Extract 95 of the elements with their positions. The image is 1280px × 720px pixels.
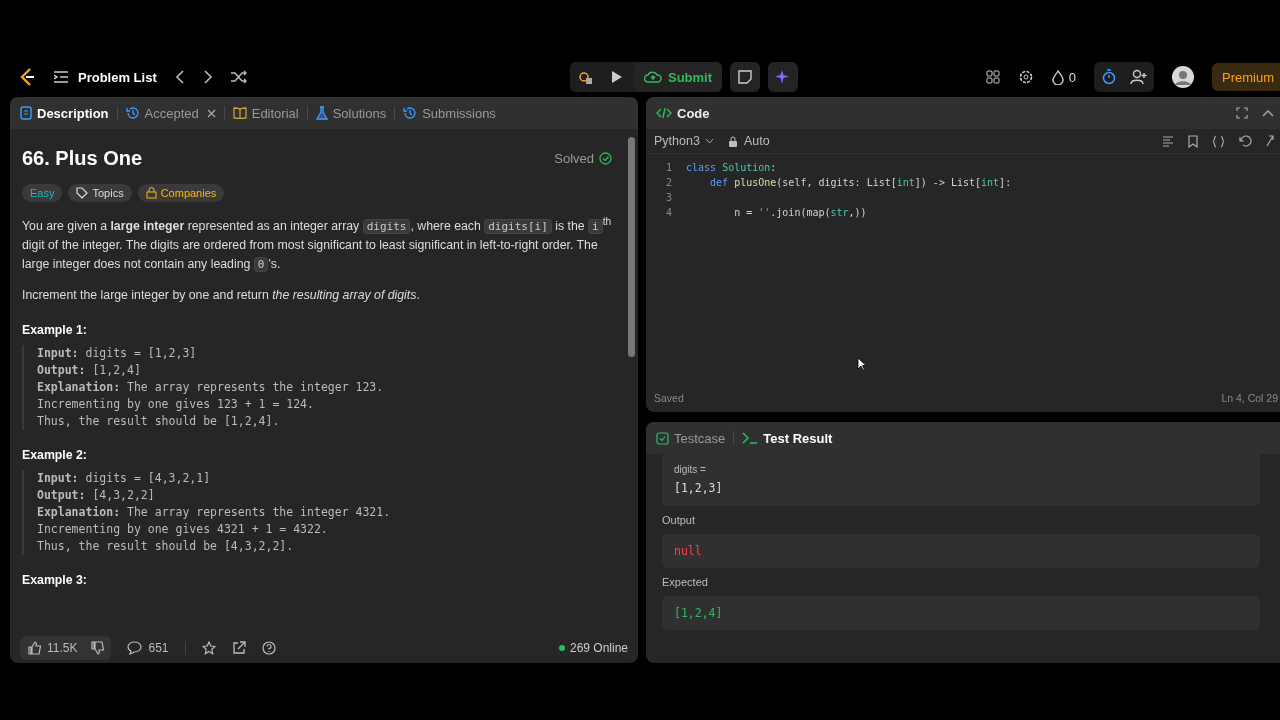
code-line: n = ''.join(map(str,)): [733, 207, 867, 218]
document-icon: [20, 106, 32, 120]
example-title: Example 1:: [22, 323, 88, 338]
expand-icon[interactable]: [1266, 135, 1274, 147]
sparkle-icon: [775, 69, 792, 85]
comment-icon[interactable]: [127, 641, 143, 655]
tab[interactable]: Accepted: [125, 105, 216, 121]
help-icon[interactable]: [261, 641, 276, 655]
cursor-position: Ln 4, Col 29: [1221, 392, 1278, 404]
book-icon: [232, 107, 247, 119]
code-icon: [656, 107, 672, 119]
line-number: 1: [664, 162, 673, 173]
layout-icon[interactable]: [985, 70, 1000, 84]
example-title: Example 3:: [22, 573, 88, 588]
avatar-icon[interactable]: [1172, 66, 1194, 88]
tag[interactable]: Companies: [137, 184, 225, 202]
previous-icon[interactable]: [174, 70, 185, 84]
lock-icon: [727, 135, 738, 147]
panel-title: Code: [677, 105, 710, 121]
format-icon[interactable]: [1162, 135, 1174, 147]
lock-icon: [145, 187, 157, 199]
example-line: Incrementing by one gives 123 + 1 = 124.: [37, 396, 315, 414]
tab[interactable]: Description: [20, 105, 109, 121]
example-line: Explanation: The array represents the integer 4321.: [37, 504, 392, 522]
tab[interactable]: Submissions: [403, 105, 496, 121]
star-icon[interactable]: [201, 641, 216, 655]
line-number: 3: [664, 192, 673, 203]
streak-count: 0: [1068, 69, 1076, 85]
collapse-icon[interactable]: [1262, 109, 1274, 117]
description-paragraph: Increment the large integer by one and return the resulting array of digits.: [22, 287, 421, 305]
save-status: Saved: [654, 392, 684, 404]
scrollbar-thumb[interactable]: [628, 137, 635, 357]
play-icon: [610, 70, 623, 84]
section-label: Expected: [662, 576, 709, 588]
example-title: Example 2:: [22, 448, 88, 463]
timer-icon: [1102, 69, 1116, 85]
example-line: Output: [4,3,2,2]: [37, 487, 156, 505]
tag[interactable]: Topics: [68, 184, 132, 202]
line-number: 4: [664, 207, 673, 218]
cloud-upload-icon: [643, 70, 662, 84]
terminal-icon: [742, 432, 759, 444]
result-value: [1,2,4]: [674, 606, 723, 620]
settings-icon[interactable]: [1017, 69, 1034, 85]
history-icon: [403, 106, 418, 120]
problem-title: 66. Plus One: [22, 147, 143, 170]
input-label: digits =: [674, 463, 706, 475]
example-line: Thus, the result should be [1,2,4].: [37, 413, 281, 431]
braces-icon[interactable]: [1212, 134, 1225, 148]
premium-button[interactable]: Premium: [1212, 63, 1280, 91]
sparkle-button[interactable]: [768, 62, 799, 92]
section-label: Output: [662, 514, 697, 526]
online-dot-icon: [558, 645, 565, 651]
bookmark-icon[interactable]: [1188, 134, 1198, 148]
logo-icon[interactable]: [18, 67, 36, 87]
note-icon: [738, 70, 753, 84]
list-icon: [54, 71, 68, 83]
shuffle-icon[interactable]: [230, 70, 247, 84]
chevron-down-icon: [704, 138, 714, 144]
example-line: Input: digits = [4,3,2,1]: [37, 470, 212, 488]
check-circle-icon: [599, 152, 612, 165]
tab[interactable]: Editorial: [232, 105, 299, 121]
code-line: class Solution:: [686, 162, 777, 173]
line-number: 2: [664, 177, 673, 188]
tag-icon: [76, 187, 89, 199]
share-icon[interactable]: [231, 641, 246, 655]
tag[interactable]: Easy: [22, 184, 63, 202]
tab[interactable]: Testcase: [656, 430, 726, 446]
result-value: null: [674, 544, 702, 558]
example-line: Thus, the result should be [4,3,2,2].: [37, 538, 295, 556]
note-button[interactable]: [730, 62, 761, 92]
add-user-icon: [1130, 69, 1148, 85]
submit-button[interactable]: Submit: [633, 62, 723, 92]
tab[interactable]: Solutions: [315, 105, 387, 121]
example-line: Incrementing by one gives 4321 + 1 = 4322.: [37, 521, 329, 539]
language-dropdown[interactable]: Python3: [654, 134, 714, 148]
fullscreen-icon[interactable]: [1236, 107, 1248, 119]
solved-status: Solved: [554, 151, 594, 166]
comment-count: 651: [148, 641, 169, 655]
close-icon[interactable]: [206, 108, 216, 118]
mode-label: Auto: [743, 134, 770, 148]
example-line: Input: digits = [1,2,3]: [37, 345, 198, 363]
mouse-cursor-icon: [857, 357, 866, 371]
checkbox-icon: [656, 431, 669, 445]
code-line: def plusOne(self, digits: List[int]) -> List[int]:: [709, 177, 1012, 188]
thumbs-up-icon: [28, 641, 42, 655]
history-icon: [125, 106, 140, 120]
example-line: Explanation: The array represents the integer 123.: [37, 379, 385, 397]
problem-list-link[interactable]: Problem List: [78, 69, 157, 85]
next-icon[interactable]: [202, 70, 213, 84]
online-count: 269 Online: [569, 641, 628, 655]
tab[interactable]: Test Result: [742, 430, 833, 446]
flask-icon: [315, 106, 328, 120]
input-value: [1,2,3]: [674, 480, 723, 495]
example-line: Output: [1,2,4]: [37, 362, 142, 380]
reset-icon[interactable]: [1239, 134, 1252, 148]
